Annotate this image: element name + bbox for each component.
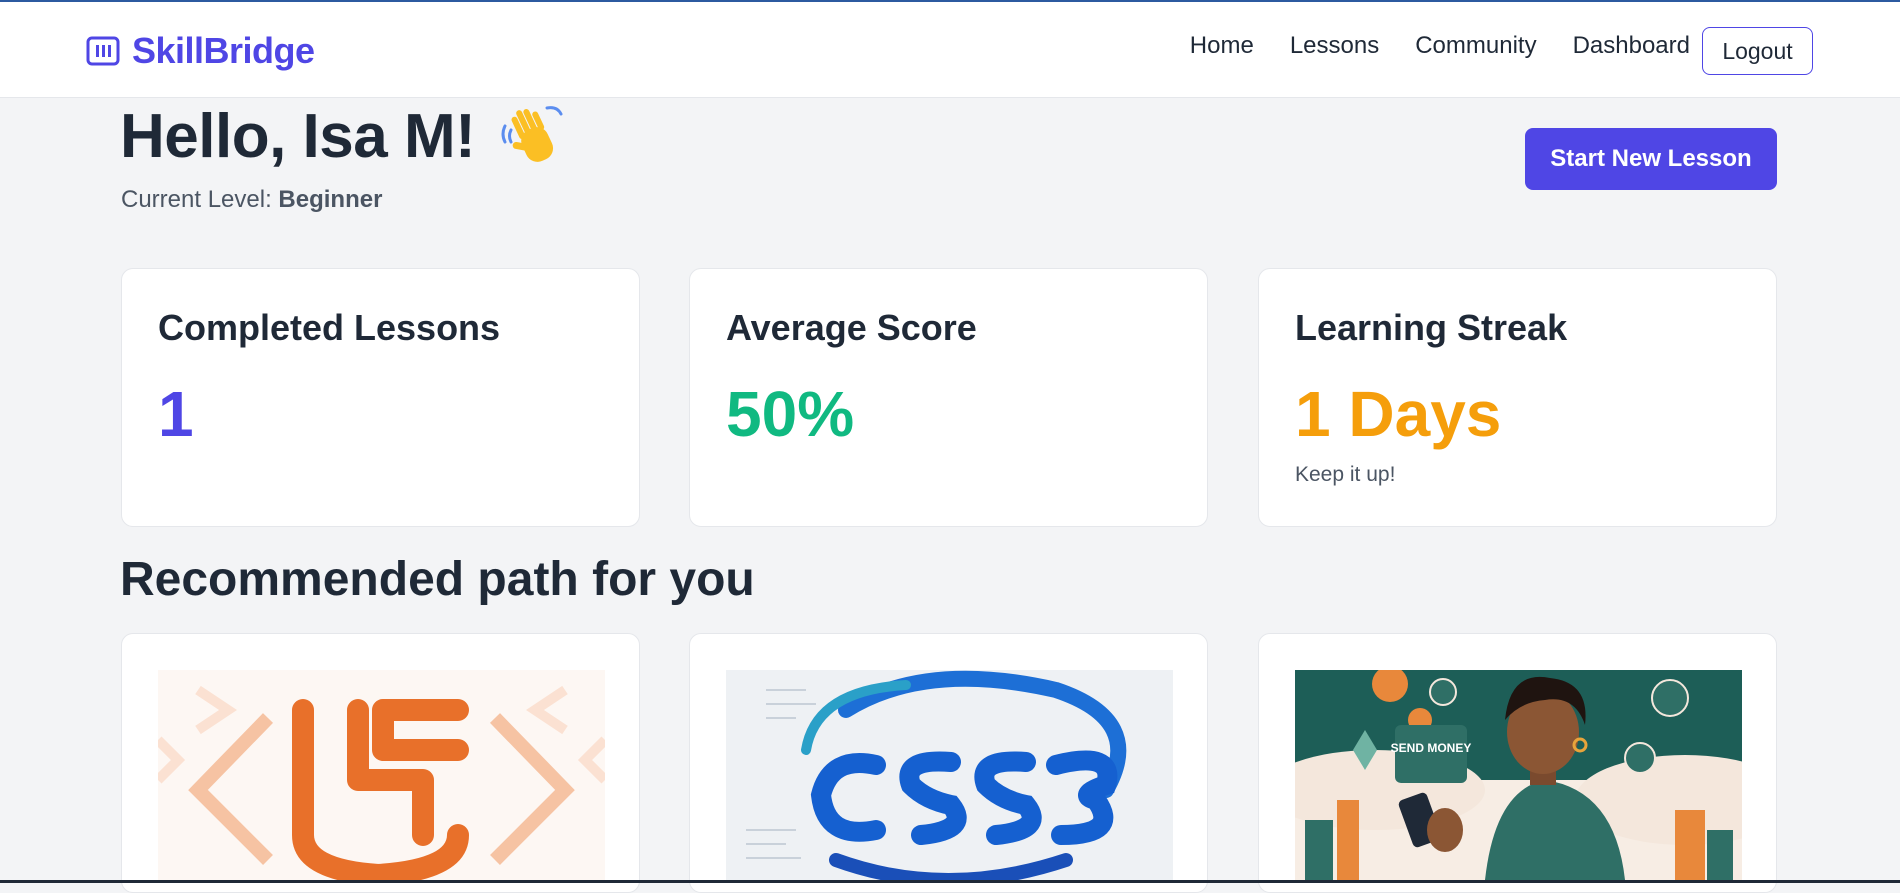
- html5-illustration: [158, 670, 605, 880]
- send-money-label: SEND MONEY: [1391, 741, 1472, 755]
- brand-logo[interactable]: SkillBridge: [86, 30, 315, 72]
- brand-name: SkillBridge: [132, 30, 315, 71]
- nav-community-link[interactable]: Community: [1415, 32, 1536, 60]
- css3-illustration: [726, 670, 1173, 880]
- nav-lessons-link[interactable]: Lessons: [1290, 32, 1379, 60]
- send-money-illustration: SEND MONEY: [1295, 670, 1742, 880]
- stat-card-average-score: Average Score 50%: [689, 268, 1208, 527]
- greeting: Hello, Isa M!: [120, 100, 569, 172]
- level-value: Beginner: [278, 186, 383, 213]
- nav-home-link[interactable]: Home: [1190, 32, 1254, 60]
- top-navbar: SkillBridge Home Lessons Community Dashb…: [0, 2, 1900, 98]
- main-nav: Home Lessons Community Dashboard: [1190, 32, 1690, 60]
- stat-value: 50%: [726, 378, 855, 450]
- stat-title: Completed Lessons: [158, 307, 501, 348]
- level-label: Current Level:: [121, 186, 279, 213]
- stat-value: 1 Days: [1295, 378, 1502, 450]
- logo-icon: [86, 36, 120, 66]
- greeting-title: Hello, Isa M!: [120, 101, 476, 171]
- course-card-send-money[interactable]: SEND MONEY: [1258, 633, 1777, 893]
- stat-subtitle: Keep it up!: [1295, 463, 1396, 486]
- stat-value: 1: [158, 378, 194, 450]
- stat-title: Learning Streak: [1295, 307, 1568, 348]
- recommended-title: Recommended path for you: [120, 553, 755, 606]
- stat-card-learning-streak: Learning Streak 1 Days Keep it up!: [1258, 268, 1777, 527]
- course-card-html5[interactable]: [121, 633, 640, 893]
- waving-hand-icon: [501, 106, 563, 162]
- nav-dashboard-link[interactable]: Dashboard: [1573, 32, 1690, 60]
- stat-card-completed-lessons: Completed Lessons 1: [121, 268, 640, 527]
- course-card-css3[interactable]: [689, 633, 1208, 893]
- logout-button[interactable]: Logout: [1702, 27, 1813, 75]
- stat-title: Average Score: [726, 307, 977, 348]
- start-new-lesson-button[interactable]: Start New Lesson: [1525, 128, 1777, 190]
- current-level: Current Level: Beginner: [121, 186, 382, 214]
